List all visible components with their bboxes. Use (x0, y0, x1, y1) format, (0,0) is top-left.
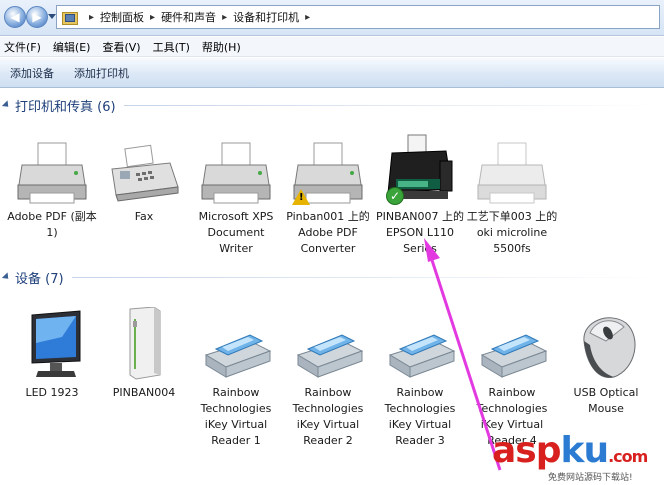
add-printer-button[interactable]: 添加打印机 (74, 65, 129, 81)
device-label: Microsoft XPS Document Writer (198, 210, 274, 255)
device-label: Fax (134, 210, 154, 223)
device-usb-optical-mouse[interactable]: USB Optical Mouse (560, 311, 652, 417)
control-panel-folder-icon (61, 10, 78, 25)
device-adobe-pdf-copy1[interactable]: Adobe PDF (副本 1) (6, 141, 98, 241)
add-device-button[interactable]: 添加设备 (10, 65, 54, 81)
warning-icon: ! (292, 189, 310, 205)
breadcrumb-control-panel[interactable]: 控制面板 (100, 9, 144, 25)
chevron-right-icon[interactable]: ▸ (89, 12, 94, 23)
device-label: PINBAN007 上的 EPSON L110 Series (376, 210, 464, 255)
card-reader-icon (384, 327, 456, 383)
collapse-arrow-icon[interactable] (1, 100, 12, 110)
device-ikey-reader-3[interactable]: Rainbow Technologies iKey Virtual Reader… (374, 327, 466, 449)
watermark-subtitle: 免费网站源码下载站! (548, 473, 633, 483)
mouse-icon (570, 311, 642, 383)
device-fax[interactable]: Fax (98, 141, 190, 225)
printer-icon (200, 141, 272, 207)
menu-bar: 文件(F) 编辑(E) 查看(V) 工具(T) 帮助(H) (0, 37, 664, 57)
forward-arrow-icon: ▶ (32, 10, 42, 24)
device-ikey-reader-1[interactable]: Rainbow Technologies iKey Virtual Reader… (190, 327, 282, 449)
card-reader-icon (476, 327, 548, 383)
devices-content-pane: 打印机和传真 (6) Adobe PDF (副本 1) Fax Microsof… (0, 89, 664, 485)
devices-group-title: 设备 (7) (15, 271, 64, 287)
device-label: Adobe PDF (副本 1) (7, 210, 97, 239)
menu-help[interactable]: 帮助(H) (202, 39, 241, 55)
device-label: PINBAN004 (112, 386, 176, 399)
device-label: Rainbow Technologies iKey Virtual Reader… (292, 386, 364, 447)
printer-icon (16, 141, 88, 207)
device-label: USB Optical Mouse (573, 386, 639, 415)
chevron-right-icon[interactable]: ▸ (305, 12, 310, 23)
address-bar: ◀ ▶ ▸ 控制面板 ▸ 硬件和声音 ▸ 设备和打印机 ▸ (0, 0, 664, 36)
back-button[interactable]: ◀ (4, 6, 26, 28)
device-pinban004[interactable]: PINBAN004 (98, 306, 190, 401)
printers-group-title: 打印机和传真 (6) (15, 99, 116, 115)
computer-icon (108, 306, 180, 383)
monitor-icon (16, 307, 88, 383)
group-divider (123, 104, 664, 106)
recent-pages-dropdown-icon[interactable] (48, 14, 56, 19)
breadcrumb[interactable]: ▸ 控制面板 ▸ 硬件和声音 ▸ 设备和打印机 ▸ (56, 5, 660, 29)
site-watermark: aspku.com 免费网站源码下载站! (486, 430, 662, 484)
chevron-right-icon[interactable]: ▸ (150, 12, 155, 23)
device-label: Pinban001 上的 Adobe PDF Converter (286, 210, 370, 255)
forward-button[interactable]: ▶ (26, 6, 48, 28)
devices-group-header[interactable]: 设备 (7) (0, 267, 664, 287)
device-pinban001-adobe-pdf[interactable]: ! Pinban001 上的 Adobe PDF Converter (282, 141, 374, 257)
device-label: 工艺下单003 上的 oki microline 5500fs (466, 210, 558, 255)
back-arrow-icon: ◀ (10, 10, 20, 24)
epson-printer-icon: ✓ (384, 133, 456, 207)
device-oki-microline[interactable]: 工艺下单003 上的 oki microline 5500fs (466, 141, 558, 257)
card-reader-icon (292, 327, 364, 383)
menu-edit[interactable]: 编辑(E) (53, 39, 91, 55)
chevron-right-icon[interactable]: ▸ (222, 12, 227, 23)
device-label: LED 1923 (25, 386, 79, 399)
device-microsoft-xps[interactable]: Microsoft XPS Document Writer (190, 141, 282, 257)
default-printer-check-icon: ✓ (386, 187, 404, 205)
watermark-logo: aspku.com (492, 430, 648, 471)
collapse-arrow-icon[interactable] (1, 272, 12, 282)
device-ikey-reader-2[interactable]: Rainbow Technologies iKey Virtual Reader… (282, 327, 374, 449)
printer-icon (476, 141, 548, 207)
printer-icon: ! (292, 141, 364, 207)
fax-icon (108, 141, 180, 207)
device-label: Rainbow Technologies iKey Virtual Reader… (200, 386, 272, 447)
printers-group-header[interactable]: 打印机和传真 (6) (0, 95, 664, 115)
command-toolbar: 添加设备 添加打印机 (0, 58, 664, 88)
device-led-1923[interactable]: LED 1923 (6, 307, 98, 401)
device-label: Rainbow Technologies iKey Virtual Reader… (384, 386, 456, 447)
menu-view[interactable]: 查看(V) (102, 39, 140, 55)
breadcrumb-devices-printers[interactable]: 设备和打印机 (233, 9, 299, 25)
group-divider (71, 276, 664, 278)
menu-file[interactable]: 文件(F) (4, 39, 41, 55)
breadcrumb-hardware-sound[interactable]: 硬件和声音 (161, 9, 216, 25)
device-epson-l110[interactable]: ✓ PINBAN007 上的 EPSON L110 Series (374, 133, 466, 257)
menu-tools[interactable]: 工具(T) (153, 39, 190, 55)
card-reader-icon (200, 327, 272, 383)
